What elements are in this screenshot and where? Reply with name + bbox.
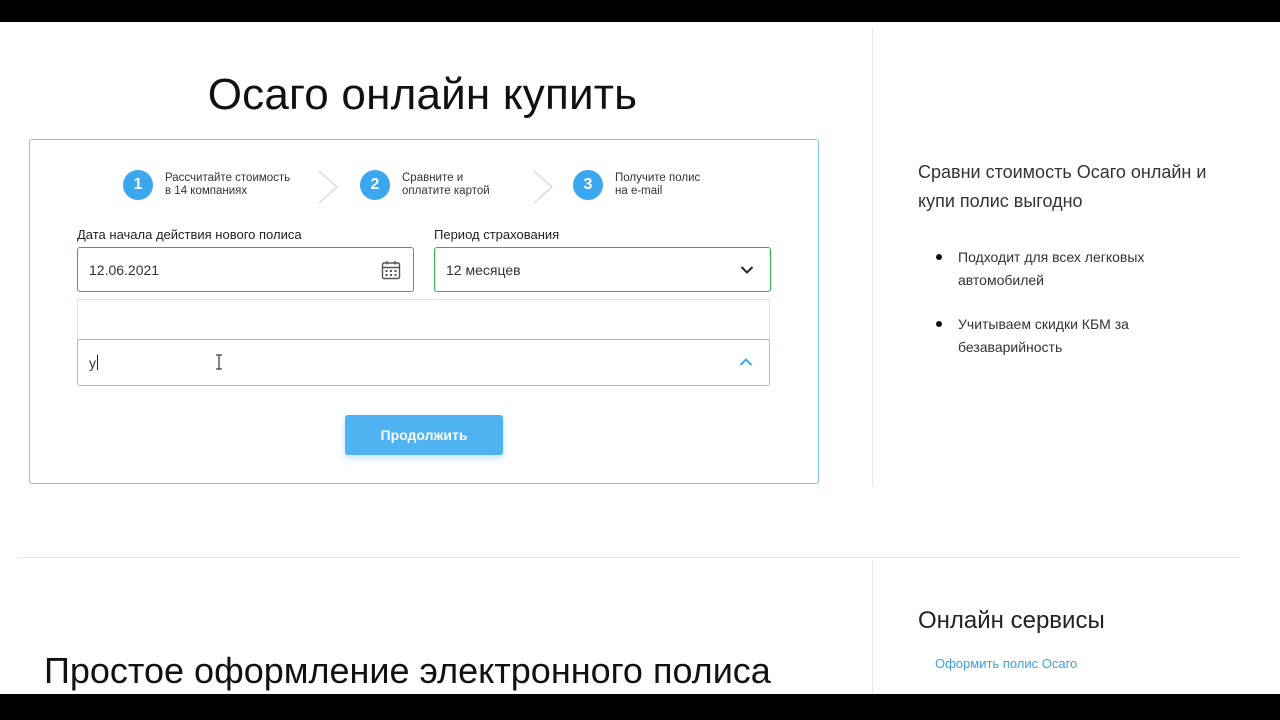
continue-button[interactable]: Продолжить	[345, 415, 503, 455]
text-cursor-icon	[216, 354, 222, 370]
section-title: Простое оформление электронного полиса	[44, 650, 771, 691]
benefit-item: Подходит для всех легковых автомобилей	[936, 246, 1196, 292]
bullet-dot	[936, 254, 942, 260]
sidebar-benefits-list: Подходит для всех легковых автомобилей У…	[936, 246, 1196, 380]
step-2: 2 Сравните и оплатите картой	[360, 170, 490, 200]
search-value: у	[89, 354, 96, 371]
step-number-3: 3	[573, 170, 603, 200]
start-date-input[interactable]: 12.06.2021	[77, 247, 414, 292]
step-number-1: 1	[123, 170, 153, 200]
step-number-2: 2	[360, 170, 390, 200]
period-select[interactable]: 12 месяцев	[434, 247, 771, 292]
period-value: 12 месяцев	[446, 261, 521, 278]
start-date-label: Дата начала действия нового полиса	[77, 227, 302, 242]
sidebar-heading: Сравни стоимость Осаго онлайн и купи пол…	[918, 162, 1207, 211]
services-title: Онлайн сервисы	[918, 607, 1105, 634]
step-1: 1 Рассчитайте стоимость в 14 компаниях	[123, 170, 290, 200]
vehicle-search-input[interactable]: у	[77, 339, 770, 386]
calendar-icon[interactable]	[381, 260, 401, 280]
start-date-value: 12.06.2021	[89, 261, 160, 278]
page-title: Осаго онлайн купить	[207, 70, 638, 119]
step-text-1: Рассчитайте стоимость в 14 компаниях	[165, 172, 291, 197]
step-3: 3 Получите полис на e-mail	[573, 170, 700, 200]
step-text-3: Получите полис на e-mail	[615, 172, 701, 197]
column-divider-lower	[872, 560, 873, 694]
dropdown-list[interactable]	[77, 299, 770, 340]
step-arrow-icon	[318, 170, 338, 204]
chevron-down-icon	[740, 266, 754, 274]
benefit-item: Учитываем скидки КБМ за безаварийность	[936, 313, 1196, 359]
step-text-2: Сравните и оплатите картой	[402, 172, 490, 197]
section-divider	[18, 557, 1240, 558]
benefit-text: Подходит для всех легковых автомобилей	[958, 249, 1145, 288]
services-link-osago[interactable]: Оформить полис Осаго	[935, 656, 1077, 671]
top-black-bar	[0, 0, 1280, 22]
period-label: Период страхования	[434, 227, 560, 242]
osago-form-card: 1 Рассчитайте стоимость в 14 компаниях 2…	[29, 139, 819, 484]
column-divider	[872, 28, 873, 486]
text-caret	[97, 355, 98, 370]
bottom-black-bar	[0, 694, 1280, 720]
step-arrow-icon	[533, 170, 553, 204]
bullet-dot	[936, 321, 942, 327]
chevron-up-icon[interactable]	[739, 357, 753, 367]
benefit-text: Учитываем скидки КБМ за безаварийность	[958, 316, 1129, 355]
